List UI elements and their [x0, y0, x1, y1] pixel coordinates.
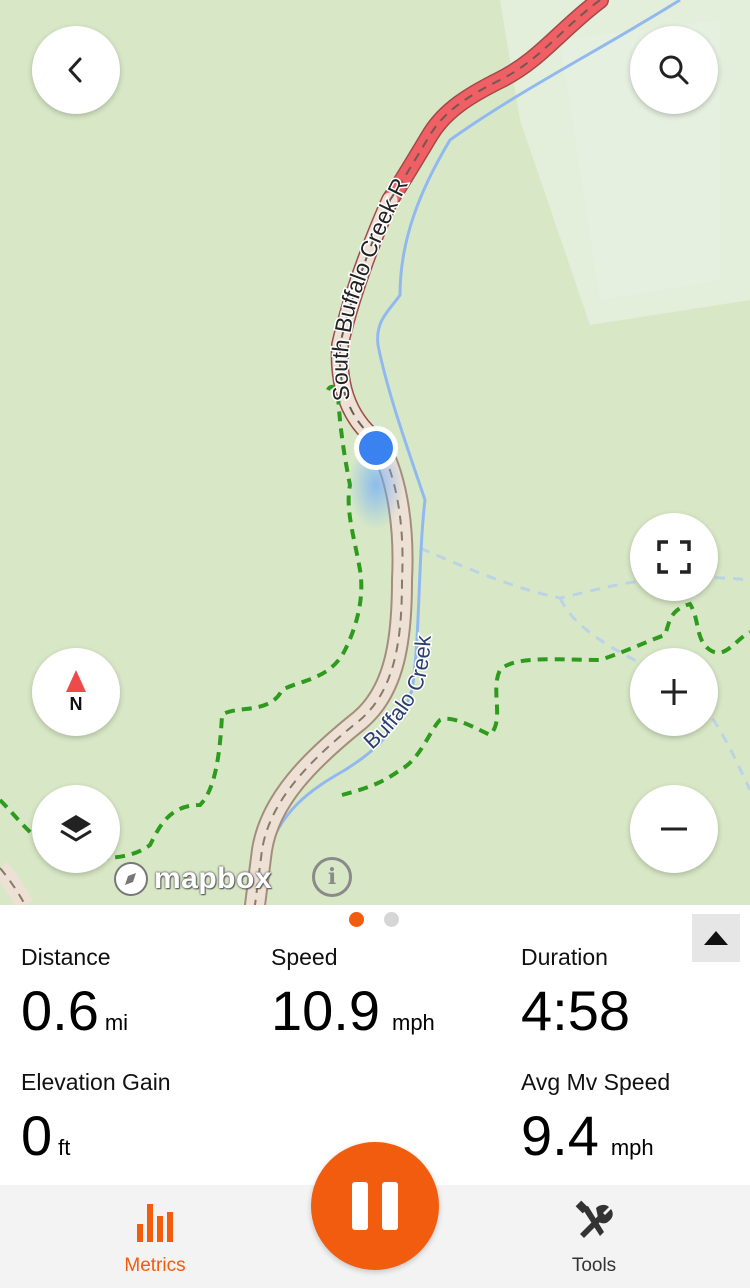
mapbox-text: mapbox [154, 862, 273, 895]
compass-label: N [69, 693, 83, 714]
metric-value: 9.4 mph [521, 1108, 670, 1164]
layers-button[interactable] [32, 785, 120, 873]
tab-tools-label: Tools [571, 1255, 617, 1276]
compass-icon [66, 669, 86, 692]
info-icon: i [327, 864, 337, 890]
pause-button[interactable] [311, 1142, 439, 1270]
zoom-in-button[interactable] [630, 648, 718, 736]
trail [0, 384, 364, 860]
mapbox-logo-icon [114, 862, 148, 896]
minus-icon [661, 827, 687, 831]
elevation-gain-unit: ft [58, 1135, 71, 1160]
plus-icon [661, 679, 687, 705]
metric-avg-mv-speed: Avg Mv Speed 9.4 mph [521, 1069, 670, 1164]
back-button[interactable] [32, 26, 120, 114]
search-button[interactable] [630, 26, 718, 114]
pause-icon [382, 1182, 398, 1230]
avg-mv-speed-value: 9.4 [521, 1104, 599, 1167]
speed-unit: mph [392, 1010, 435, 1035]
metric-label: Distance [21, 944, 111, 970]
metric-speed: Speed 10.9 mph [271, 944, 435, 1039]
compass-button[interactable]: N [32, 648, 120, 736]
info-button[interactable]: i [312, 857, 352, 897]
metric-label: Elevation Gain [21, 1069, 171, 1095]
distance-unit: mi [104, 1010, 129, 1035]
search-icon [659, 55, 689, 85]
fullscreen-button[interactable] [630, 513, 718, 601]
metric-distance: Distance 0.6 mi [21, 944, 128, 1039]
map-canvas: South Buffalo Creek Road Buffalo Creek [0, 0, 750, 905]
metric-value: 0 ft [21, 1108, 171, 1164]
map-view[interactable]: South Buffalo Creek Road Buffalo Creek [0, 0, 750, 905]
tools-icon [575, 1200, 613, 1238]
metric-label: Speed [271, 944, 338, 970]
tab-metrics[interactable]: Metrics [80, 1200, 230, 1277]
metric-duration: Duration 4:58 [521, 944, 630, 1039]
tab-metrics-label: Metrics [124, 1255, 186, 1276]
pause-icon [352, 1182, 368, 1230]
metric-label: Avg Mv Speed [521, 1069, 671, 1095]
mapbox-attribution[interactable]: mapbox [112, 860, 272, 898]
metric-elevation-gain: Elevation Gain 0 ft [21, 1069, 171, 1164]
chevron-left-icon [68, 57, 82, 83]
location-marker [359, 431, 393, 465]
duration-value: 4:58 [521, 979, 630, 1042]
expand-panel-button[interactable] [692, 914, 740, 962]
metric-label: Duration [521, 944, 608, 970]
page-dot-active[interactable] [349, 912, 364, 927]
metric-value: 0.6 mi [21, 983, 128, 1039]
triangle-up-icon [704, 931, 728, 945]
page-dot[interactable] [384, 912, 399, 927]
speed-value: 10.9 [271, 979, 380, 1042]
fullscreen-icon [657, 540, 691, 574]
avg-mv-speed-unit: mph [610, 1135, 654, 1160]
elevation-gain-value: 0 [21, 1104, 53, 1167]
page-indicator[interactable] [349, 912, 399, 927]
bar-chart-icon [137, 1204, 173, 1242]
distance-value: 0.6 [21, 979, 99, 1042]
metric-value: 10.9 mph [271, 983, 435, 1039]
layers-icon [60, 815, 92, 842]
metric-value: 4:58 [521, 983, 630, 1039]
zoom-out-button[interactable] [630, 785, 718, 873]
tab-tools[interactable]: Tools [519, 1200, 669, 1277]
